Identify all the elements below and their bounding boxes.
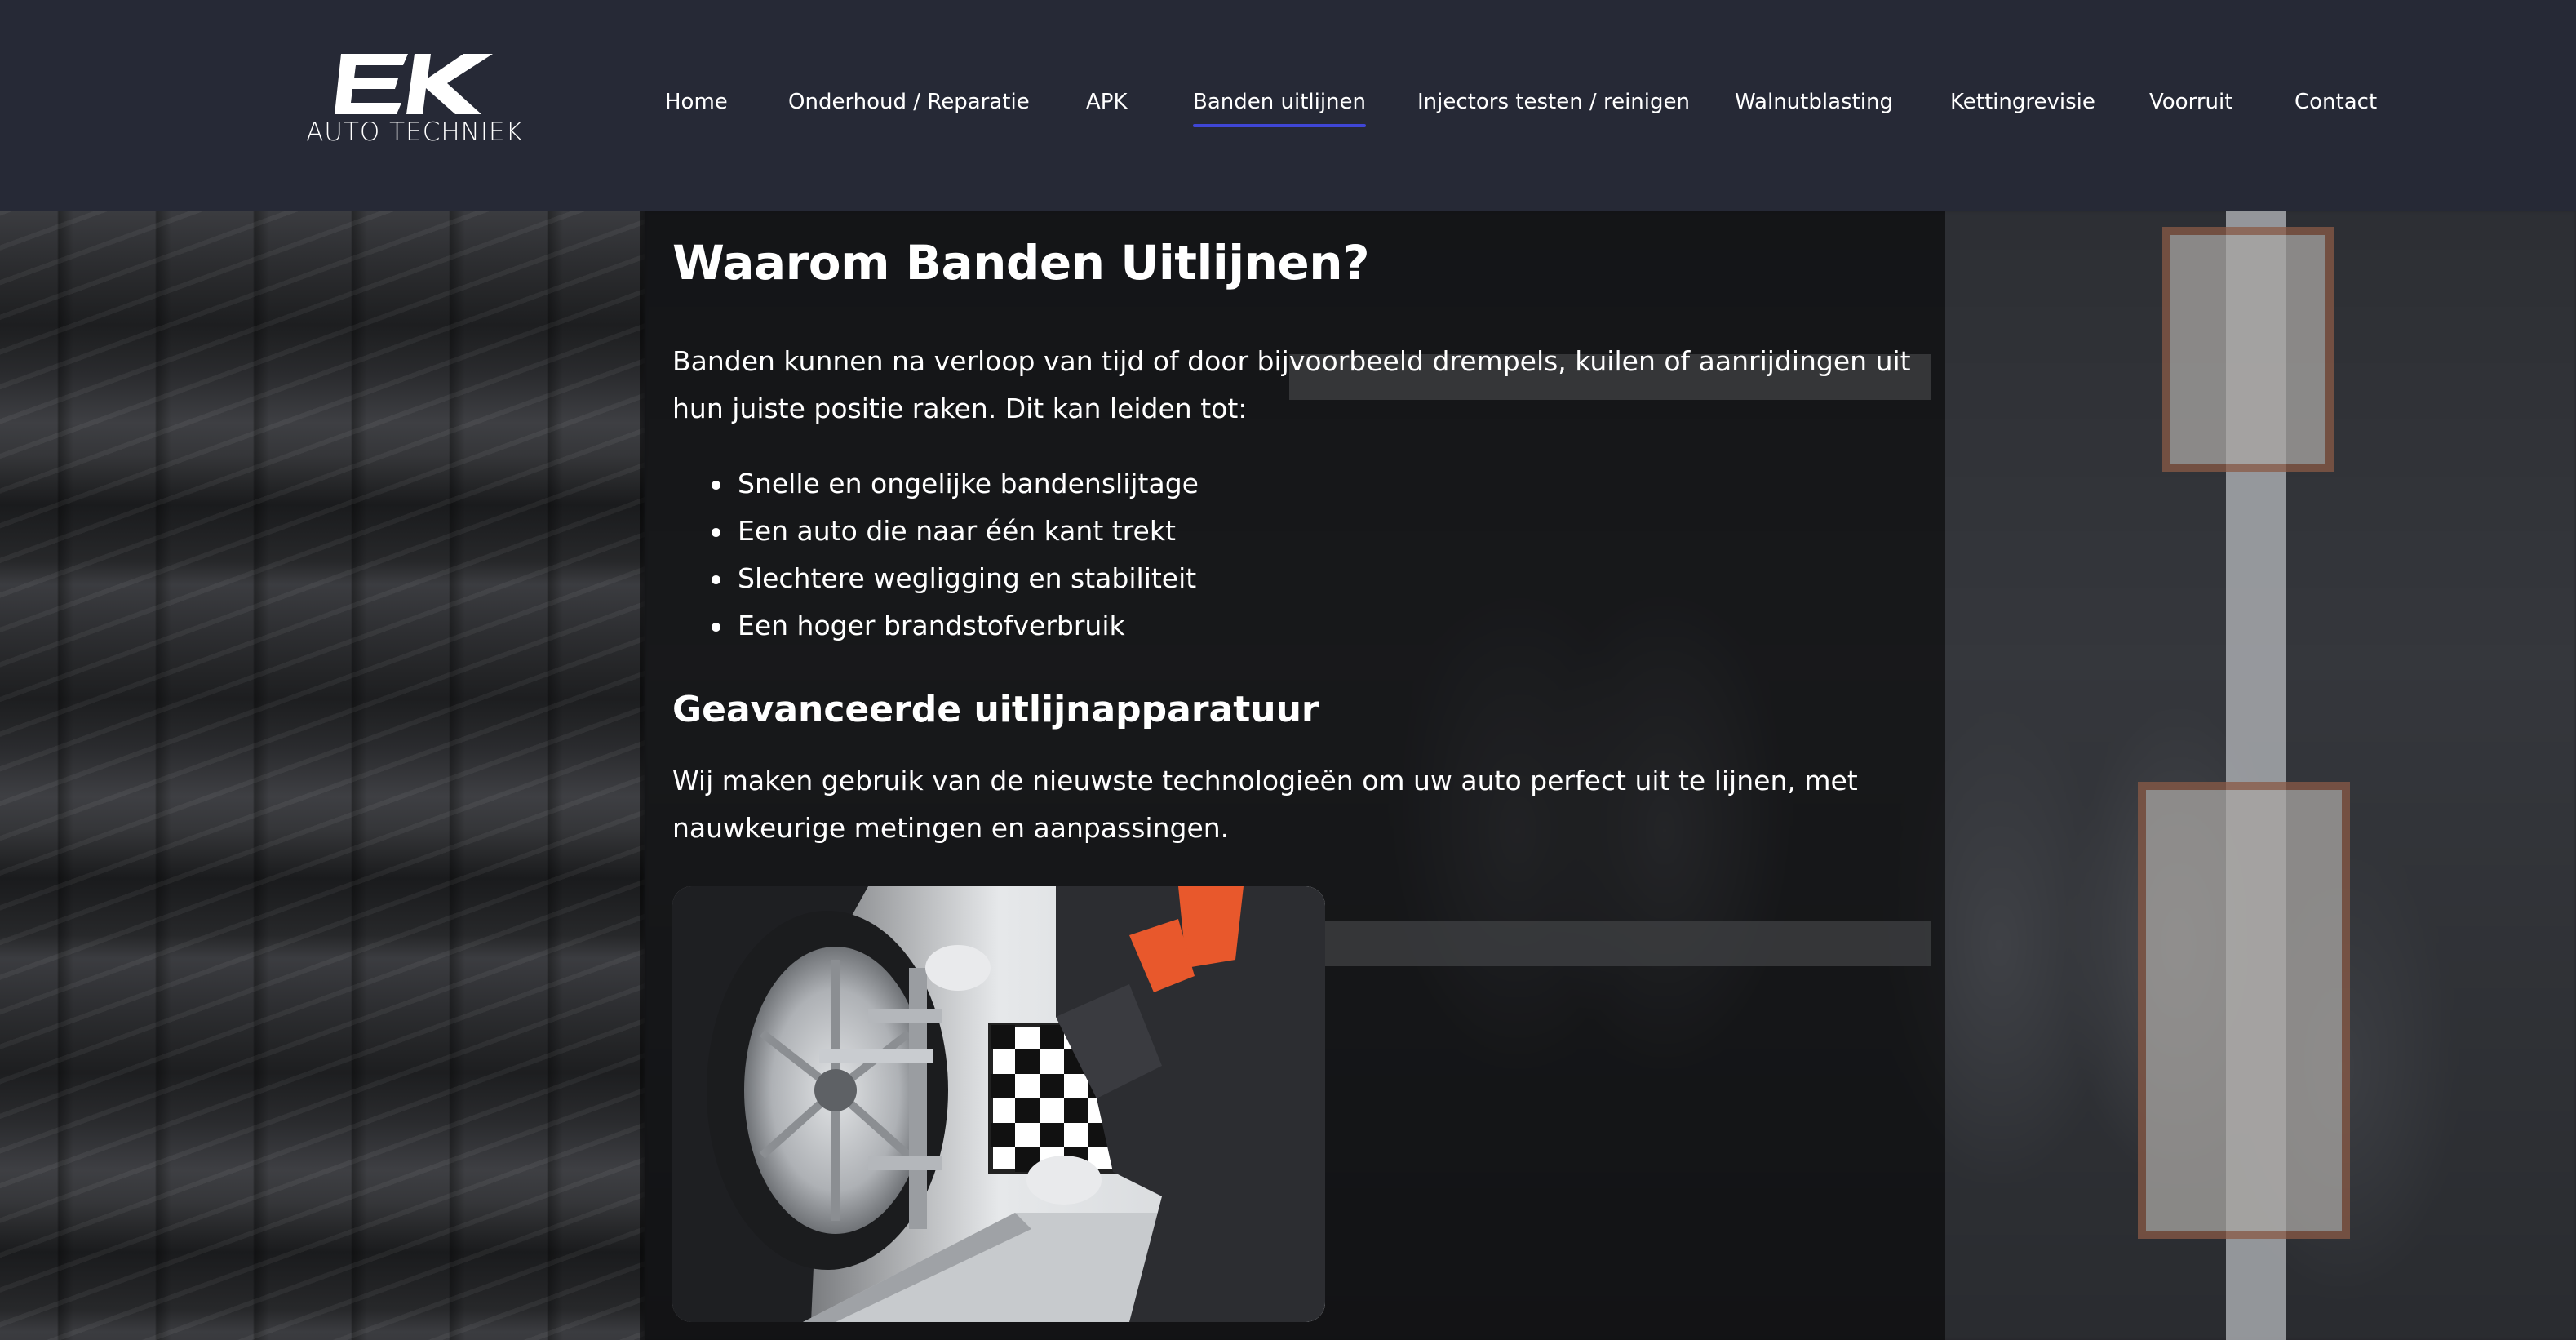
alignment-photo xyxy=(672,886,1325,1322)
wheel-alignment-illustration xyxy=(672,886,1325,1322)
nav-item-injectors[interactable]: Injectors testen / reinigen xyxy=(1417,90,1690,114)
section-description: Wij maken gebruik van de nieuwste techno… xyxy=(672,765,1858,844)
tire-bag xyxy=(2162,227,2334,472)
list-item: Slechtere wegligging en stabiliteit xyxy=(672,555,1199,602)
nav-item-banden-uitlijnen[interactable]: Banden uitlijnen xyxy=(1193,90,1367,127)
list-item: Een auto die naar één kant trekt xyxy=(672,508,1199,555)
nav-item-home[interactable]: Home xyxy=(665,90,728,114)
list-item: Een hoger brandstofverbruik xyxy=(672,602,1199,650)
nav-item-apk[interactable]: APK xyxy=(1086,90,1128,114)
nav-item-walnutblasting[interactable]: Walnutblasting xyxy=(1735,90,1893,114)
site-header: AUTO TECHNIEK Home Onderhoud / Reparatie… xyxy=(0,0,2576,211)
intro-text: Banden kunnen na verloop van tijd of doo… xyxy=(672,345,1911,424)
section-subtitle: Geavanceerde uitlijnapparatuur xyxy=(672,689,1319,730)
nav-item-onderhoud-reparatie[interactable]: Onderhoud / Reparatie xyxy=(788,90,1030,114)
main-nav: Home Onderhoud / Reparatie APK Banden ui… xyxy=(0,82,2576,131)
tire-tread-image xyxy=(0,211,645,1340)
page-title: Waarom Banden Uitlijnen? xyxy=(672,235,1370,291)
list-item: Snelle en ongelijke bandenslijtage xyxy=(672,460,1199,508)
tire-bag xyxy=(2138,782,2350,1239)
nav-item-contact[interactable]: Contact xyxy=(2294,90,2377,114)
consequences-list: Snelle en ongelijke bandenslijtage Een a… xyxy=(672,460,1199,650)
nav-item-voorruit[interactable]: Voorruit xyxy=(2149,90,2232,114)
nav-item-kettingrevisie[interactable]: Kettingrevisie xyxy=(1950,90,2095,114)
